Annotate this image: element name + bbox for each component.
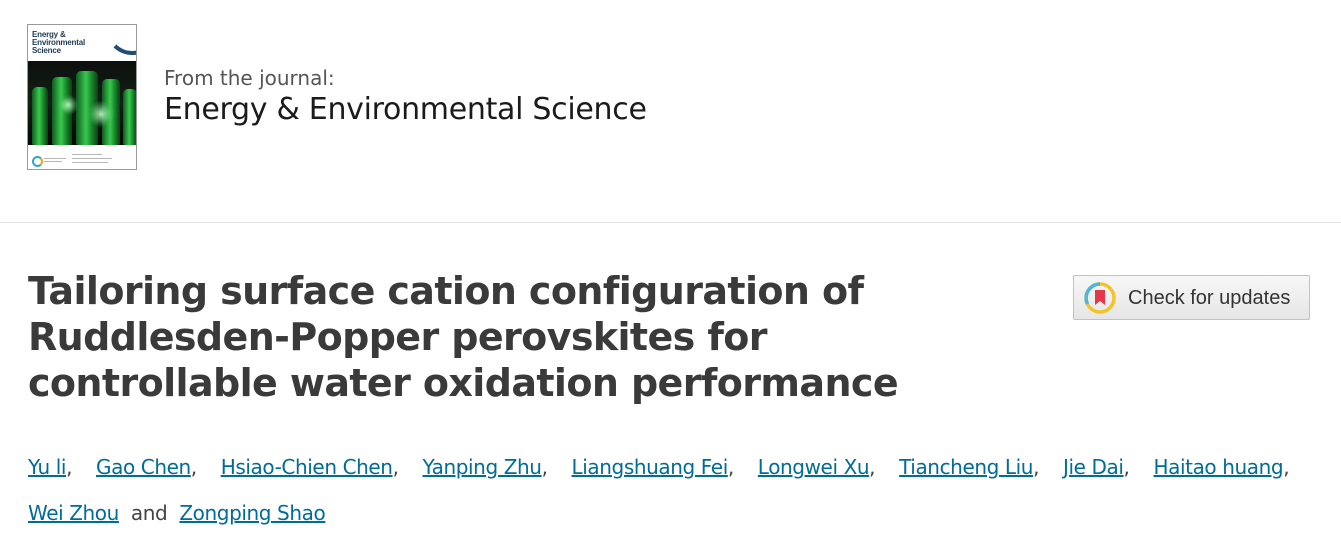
- cover-artwork: [28, 61, 136, 145]
- author-link[interactable]: Zongping Shao: [179, 501, 325, 525]
- rsc-logo-icon: [32, 156, 43, 167]
- cover-journal-title: Energy & Environmental Science: [32, 30, 85, 55]
- check-for-updates-label: Check for updates: [1128, 287, 1291, 309]
- journal-header: Energy & Environmental Science From the …: [0, 0, 1341, 222]
- journal-name[interactable]: Energy & Environmental Science: [164, 92, 647, 128]
- author-separator: ,: [392, 455, 399, 479]
- author-link[interactable]: Wei Zhou: [28, 501, 119, 525]
- author-link[interactable]: Yu li: [28, 455, 66, 479]
- author-separator: ,: [1123, 455, 1130, 479]
- author-link[interactable]: Haitao huang: [1153, 455, 1283, 479]
- cover-arc-decoration: [106, 25, 136, 55]
- author-separator: ,: [66, 455, 73, 479]
- author-link[interactable]: Hsiao-Chien Chen: [221, 455, 393, 479]
- author-link[interactable]: Gao Chen: [96, 455, 191, 479]
- crossmark-bookmark-icon: [1084, 282, 1116, 314]
- author-list: Yu li, Gao Chen, Hsiao-Chien Chen, Yanpi…: [28, 444, 1318, 536]
- author-link[interactable]: Liangshuang Fei: [572, 455, 729, 479]
- author-separator: ,: [727, 455, 734, 479]
- cover-footer: [28, 147, 136, 169]
- author-separator: ,: [1033, 455, 1040, 479]
- check-for-updates-button[interactable]: Check for updates: [1073, 275, 1310, 320]
- author-link[interactable]: Jie Dai: [1063, 455, 1124, 479]
- author-link[interactable]: Tiancheng Liu: [899, 455, 1033, 479]
- author-link[interactable]: Longwei Xu: [758, 455, 870, 479]
- author-separator: ,: [869, 455, 876, 479]
- article-title: Tailoring surface cation configuration o…: [28, 269, 899, 405]
- author-link[interactable]: Yanping Zhu: [423, 455, 542, 479]
- from-journal-label: From the journal:: [164, 66, 335, 90]
- author-conjunction: and: [130, 501, 168, 525]
- author-separator: ,: [1283, 455, 1290, 479]
- journal-cover-image[interactable]: Energy & Environmental Science: [27, 24, 137, 170]
- author-separator: ,: [541, 455, 548, 479]
- author-separator: ,: [190, 455, 197, 479]
- header-divider: [0, 222, 1341, 223]
